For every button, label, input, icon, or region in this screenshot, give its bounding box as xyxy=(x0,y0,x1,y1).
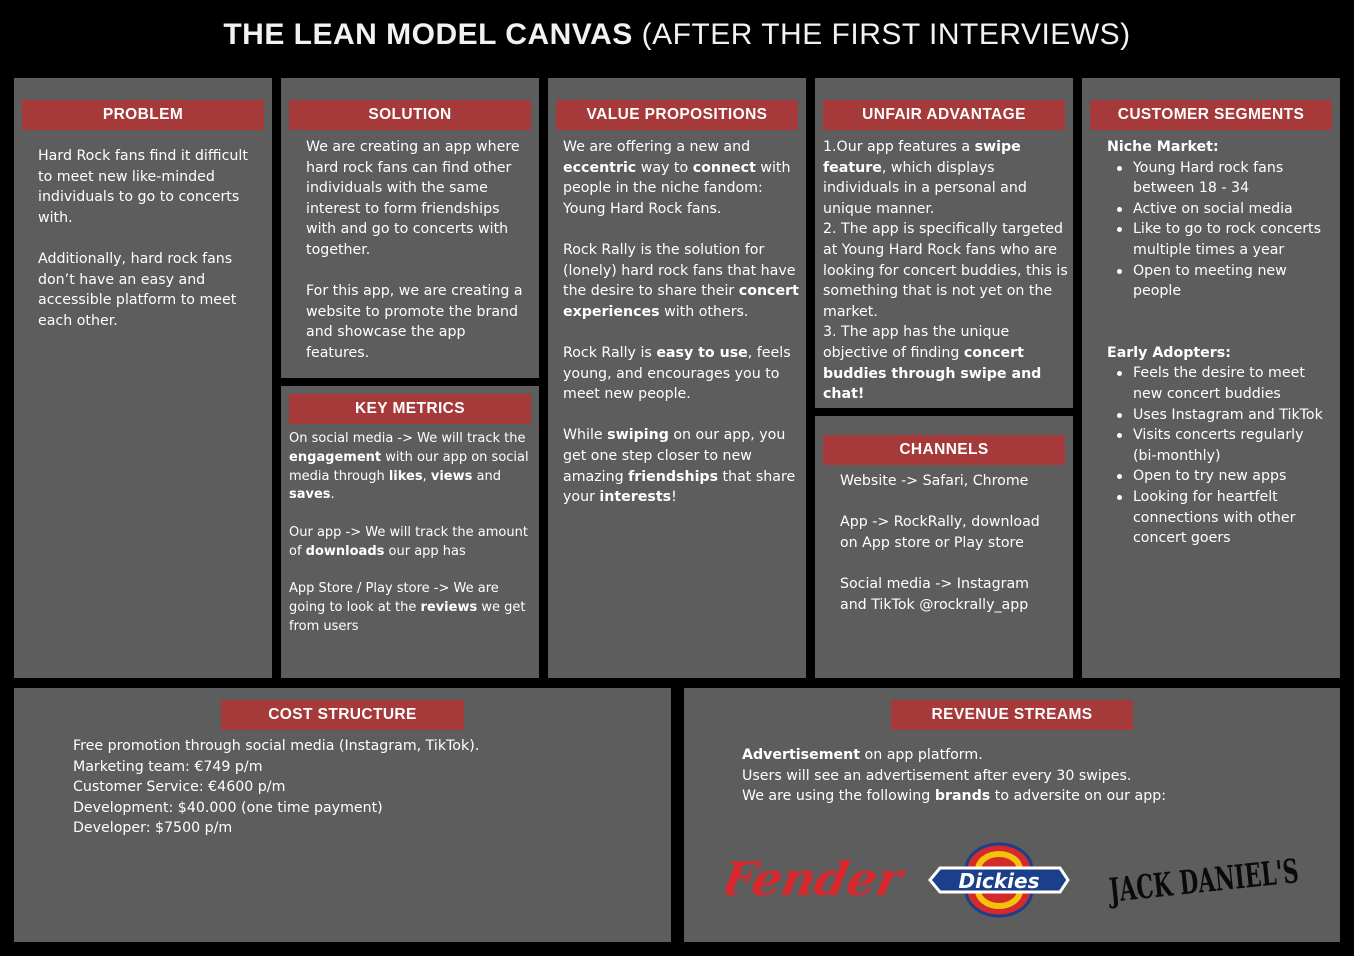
dickies-logo: Dickies xyxy=(928,842,1070,918)
problem-paragraph: Additionally, hard rock fans don’t have … xyxy=(38,250,237,329)
list-item: Like to go to rock concerts multiple tim… xyxy=(1117,219,1329,260)
page-title: THE LEAN MODEL CANVAS (AFTER THE FIRST I… xyxy=(223,18,1131,51)
cost-structure-text: Free promotion through social media (Ins… xyxy=(73,736,633,839)
channels-header: CHANNELS xyxy=(823,435,1065,465)
solution-paragraph: We are creating an app where hard rock f… xyxy=(306,139,520,258)
early-adopters-list: Feels the desire to meet new concert bud… xyxy=(1107,363,1329,548)
customer-segments-text: Niche Market: Young Hard rock fans betwe… xyxy=(1107,137,1329,549)
list-item: Uses Instagram and TikTok xyxy=(1117,405,1329,426)
value-propositions-header: VALUE PROPOSITIONS xyxy=(556,100,798,130)
key-metrics-paragraph: Our app -> We will track the amount of d… xyxy=(289,524,528,559)
unfair-advantage-text: 1.Our app features a swipe feature, whic… xyxy=(823,137,1071,405)
niche-market-title: Niche Market: xyxy=(1107,139,1219,155)
key-metrics-paragraph: App Store / Play store -> We are going t… xyxy=(289,581,526,634)
cost-line: Developer: $7500 p/m xyxy=(73,820,233,837)
value-paragraph: We are offering a new and eccentric way … xyxy=(563,139,791,217)
unfair-advantage-header: UNFAIR ADVANTAGE xyxy=(823,100,1065,130)
cost-line: Customer Service: €4600 p/m xyxy=(73,779,286,796)
problem-text: Hard Rock fans find it difficult to meet… xyxy=(38,146,258,331)
svg-text:JACK DANIEL'S: JACK DANIEL'S xyxy=(1105,851,1300,910)
channels-text: Website -> Safari, Chrome App -> RockRal… xyxy=(840,471,1040,615)
channels-paragraph: Social media -> Instagram and TikTok @ro… xyxy=(840,575,1029,613)
problem-paragraph: Hard Rock fans find it difficult to meet… xyxy=(38,148,248,226)
unfair-paragraph: 3. The app has the unique objective of f… xyxy=(823,324,1042,403)
value-paragraph: While swiping on our app, you get one st… xyxy=(563,427,796,506)
key-metrics-text: On social media -> We will track the eng… xyxy=(289,430,537,637)
svg-text:Fender: Fender xyxy=(726,851,906,905)
list-item: Young Hard rock fans between 18 - 34 xyxy=(1117,158,1329,199)
revenue-line: Users will see an advertisement after ev… xyxy=(742,767,1132,784)
key-metrics-header: KEY METRICS xyxy=(289,394,531,424)
list-item: Looking for heartfelt connections with o… xyxy=(1117,487,1329,549)
unfair-paragraph: 1.Our app features a swipe feature, whic… xyxy=(823,139,1027,217)
cost-line: Free promotion through social media (Ins… xyxy=(73,738,480,754)
revenue-line: Advertisement on app platform. xyxy=(742,747,983,763)
cost-line: Development: $40.000 (one time payment) xyxy=(73,799,383,816)
solution-text: We are creating an app where hard rock f… xyxy=(306,137,531,364)
svg-text:Dickies: Dickies xyxy=(959,869,1040,893)
fender-logo: Fender xyxy=(726,851,906,905)
cost-line: Marketing team: €749 p/m xyxy=(73,758,263,775)
customer-segments-header: CUSTOMER SEGMENTS xyxy=(1090,100,1332,130)
solution-header: SOLUTION xyxy=(289,100,531,130)
list-item: Open to meeting new people xyxy=(1117,261,1329,302)
value-propositions-text: We are offering a new and eccentric way … xyxy=(563,137,801,508)
unfair-paragraph: 2. The app is specifically targeted at Y… xyxy=(823,221,1068,320)
revenue-streams-header: REVENUE STREAMS xyxy=(891,700,1133,730)
problem-header: PROBLEM xyxy=(22,100,264,130)
solution-paragraph: For this app, we are creating a website … xyxy=(306,283,523,361)
list-item: Open to try new apps xyxy=(1117,466,1329,487)
value-paragraph: Rock Rally is the solution for (lonely) … xyxy=(563,241,799,320)
list-item: Visits concerts regularly (bi-monthly) xyxy=(1117,425,1329,466)
revenue-streams-text: Advertisement on app platform. Users wil… xyxy=(742,745,1322,807)
early-adopters-title: Early Adopters: xyxy=(1107,344,1231,361)
list-item: Active on social media xyxy=(1117,199,1329,220)
channels-paragraph: App -> RockRally, download on App store … xyxy=(840,514,1040,551)
cost-structure-header: COST STRUCTURE xyxy=(221,700,464,730)
value-paragraph: Rock Rally is easy to use, feels young, … xyxy=(563,344,791,403)
niche-market-list: Young Hard rock fans between 18 - 34 Act… xyxy=(1107,158,1329,302)
key-metrics-paragraph: On social media -> We will track the eng… xyxy=(289,431,529,503)
channels-paragraph: Website -> Safari, Chrome xyxy=(840,473,1029,489)
jack-daniels-logo: JACK DANIEL'S xyxy=(1105,851,1300,910)
revenue-line: We are using the following brands to adv… xyxy=(742,788,1166,805)
list-item: Feels the desire to meet new concert bud… xyxy=(1117,363,1329,404)
